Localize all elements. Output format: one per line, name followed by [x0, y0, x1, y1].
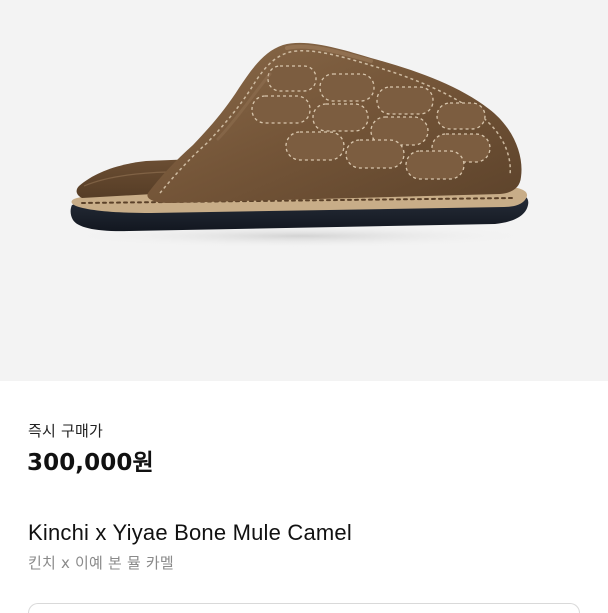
next-card-edge — [28, 603, 580, 613]
product-name-korean: 킨치 x 이예 본 뮬 카멜 — [28, 554, 174, 572]
buy-now-price-label: 즉시 구매가 — [28, 422, 103, 440]
product-image[interactable] — [0, 0, 608, 381]
product-info-panel: 즉시 구매가 300,000원 Kinchi x Yiyae Bone Mule… — [0, 381, 608, 613]
mule-shoe-illustration — [64, 42, 536, 248]
product-name-english: Kinchi x Yiyae Bone Mule Camel — [28, 520, 352, 545]
price-value: 300,000원 — [27, 450, 154, 476]
